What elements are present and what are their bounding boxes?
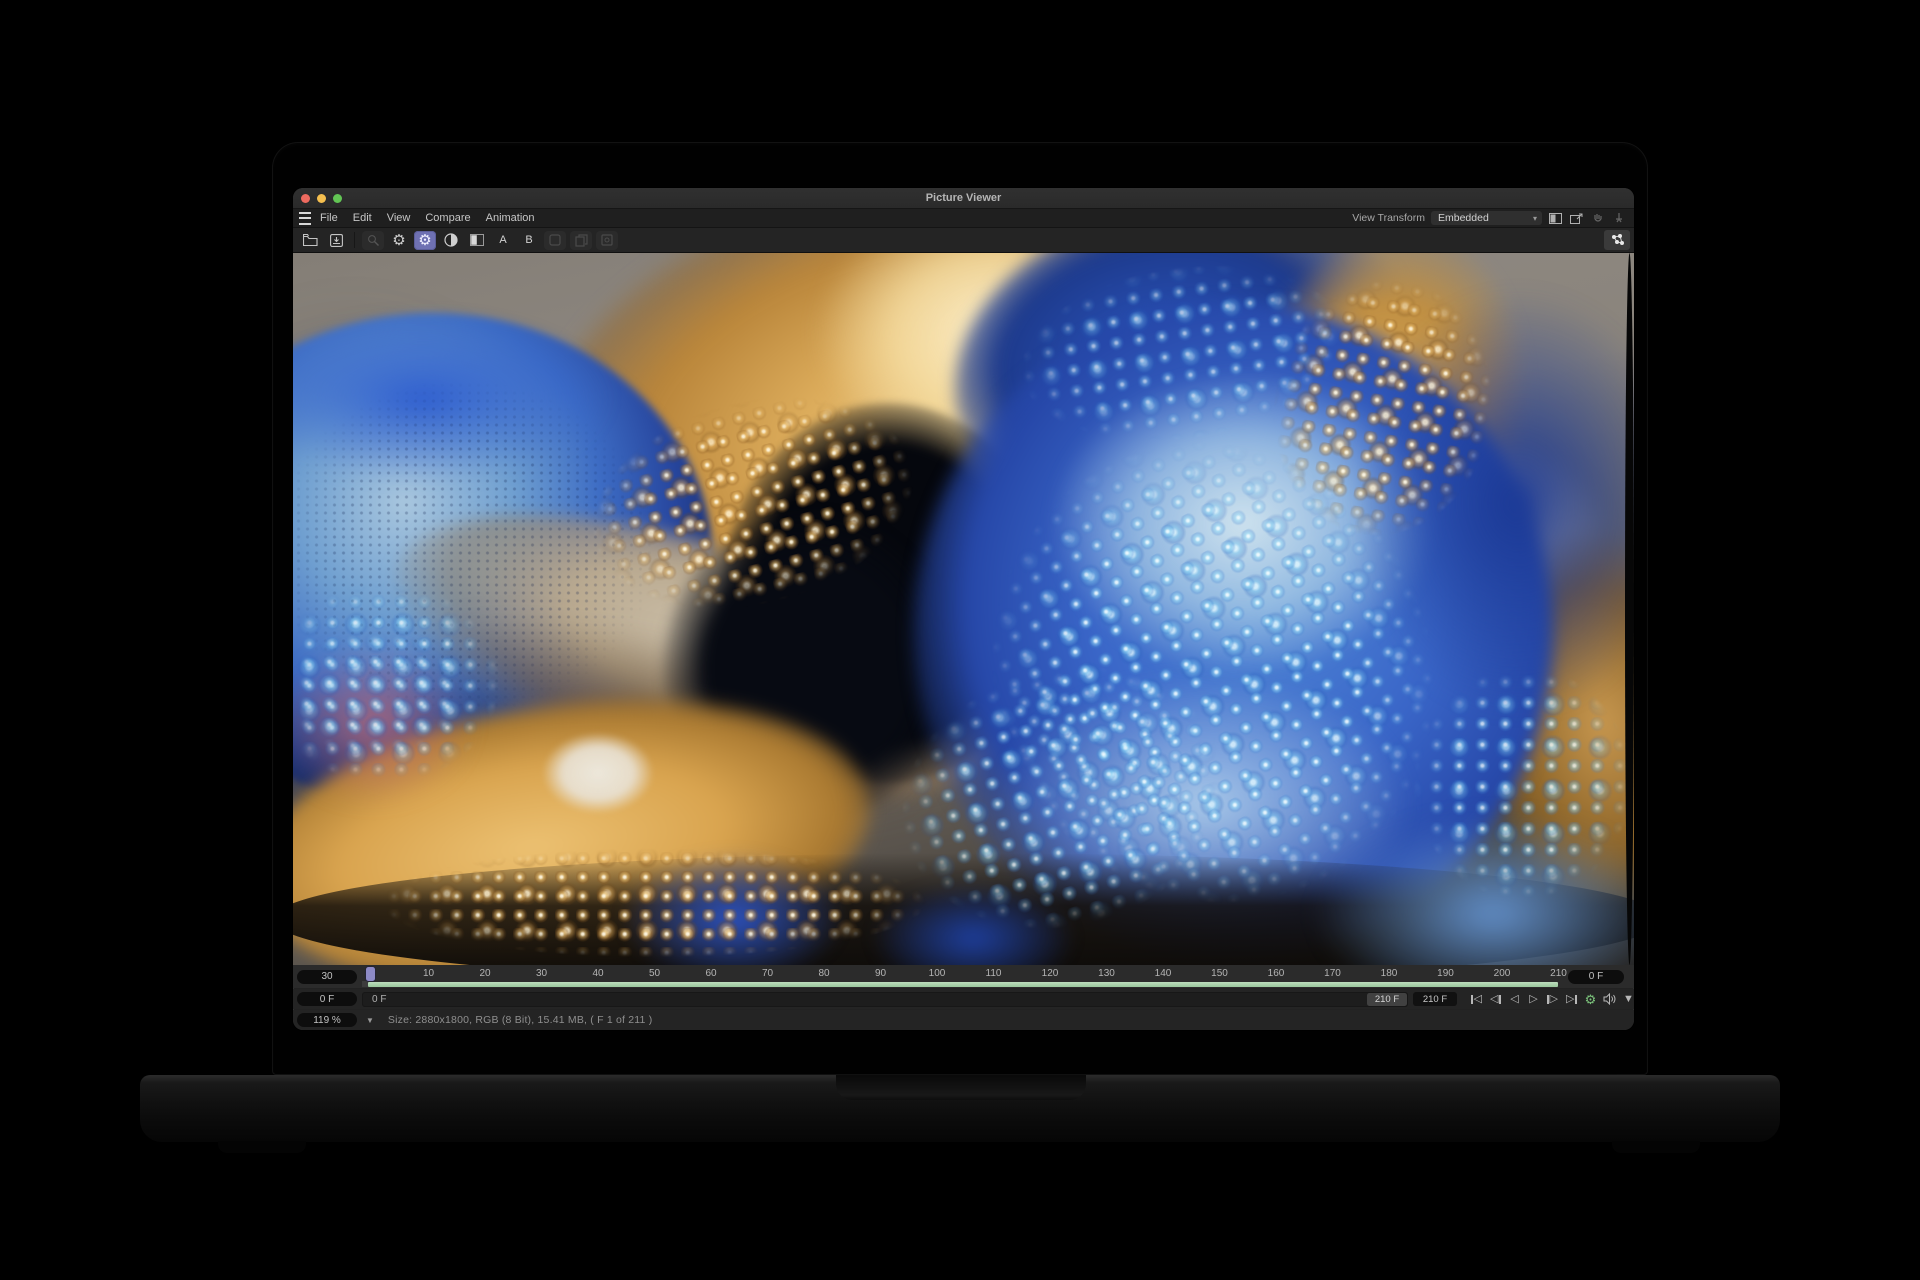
range-start-label: 0 F [372, 994, 386, 1005]
jump-start-button[interactable]: ◁ [1470, 994, 1483, 1005]
tick-label-190: 190 [1437, 968, 1454, 979]
menu-bar: File Edit View Compare Animation View Transf… [293, 209, 1634, 228]
view-transform-value: Embedded [1438, 212, 1489, 224]
version-a-label: A [495, 234, 511, 246]
compare-ab-button[interactable] [466, 231, 488, 250]
menu-item-edit[interactable]: Edit [353, 212, 372, 224]
audio-icon[interactable] [1603, 993, 1616, 1005]
loop-settings-icon[interactable]: ⚙ [1584, 993, 1597, 1006]
playback-more-dropdown[interactable]: ▼ [1622, 994, 1634, 1005]
status-bar: 119 % ▼ Size: 2880x1800, RGB (8 Bit), 15… [293, 1010, 1634, 1030]
menu-item-compare[interactable]: Compare [425, 212, 470, 224]
view-transform-select[interactable]: Embedded ▾ [1431, 211, 1542, 225]
split-view-icon[interactable] [1548, 211, 1563, 226]
tick-label-100: 100 [929, 968, 946, 979]
pin-icon[interactable] [1611, 211, 1626, 226]
tick-label-140: 140 [1155, 968, 1172, 979]
zoom-level-field[interactable]: 119 % [297, 1013, 357, 1027]
open-folder-button[interactable] [299, 231, 321, 250]
tick-label-120: 120 [1042, 968, 1059, 979]
toolbar-right [1604, 230, 1630, 250]
tick-label-150: 150 [1211, 968, 1228, 979]
render-right-edge [1625, 253, 1634, 965]
range-start-field[interactable]: 0 F [297, 992, 357, 1006]
tick-label-130: 130 [1098, 968, 1115, 979]
menu-item-file[interactable]: File [320, 212, 338, 224]
render-canvas[interactable] [293, 253, 1634, 965]
tick-label-40: 40 [592, 968, 603, 979]
timeline-ruler-row: 30 1020304050607080901001101201301401501… [293, 965, 1634, 988]
gear-icon: ⚙ [418, 233, 431, 248]
tick-label-160: 160 [1268, 968, 1285, 979]
title-bar[interactable]: Picture Viewer [293, 188, 1634, 209]
tick-label-180: 180 [1381, 968, 1398, 979]
status-info-text: Size: 2880x1800, RGB (8 Bit), 15.41 MB, … [388, 1014, 652, 1026]
detach-icon[interactable] [1569, 211, 1584, 226]
play-forward-button[interactable]: ▷ [1527, 994, 1540, 1005]
timeline-ruler[interactable]: 10 20 30 40 50 60 70 80 90 100 110 120 130 140 150 160 1… [362, 965, 1562, 988]
laptop-lid-notch [836, 1075, 1086, 1100]
contrast-button[interactable] [440, 231, 462, 250]
range-end-handle[interactable]: 210 F [1367, 993, 1407, 1006]
tick-label-80: 80 [818, 968, 829, 979]
menubar-right: View Transform Embedded ▾ [1352, 211, 1626, 226]
hamburger-menu-icon[interactable] [299, 212, 311, 225]
toolbar: ⚙✕ ⚙ A B [293, 228, 1634, 253]
window-title: Picture Viewer [293, 192, 1634, 204]
menu-item-animation[interactable]: Animation [486, 212, 535, 224]
jump-end-button[interactable]: ▷ [1565, 994, 1578, 1005]
end-frame-field[interactable]: 210 F [1413, 992, 1457, 1006]
cache-bar [368, 982, 1558, 987]
step-forward-button[interactable]: ▷ [1546, 994, 1559, 1005]
pan-hand-icon[interactable] [1590, 211, 1605, 226]
view-transform-label: View Transform [1352, 212, 1425, 224]
tick-label-10: 10 [423, 968, 434, 979]
magnify-compare-button-disabled[interactable] [362, 231, 384, 250]
laptop-base [140, 1075, 1780, 1142]
clone-button-disabled[interactable] [596, 231, 618, 250]
timeline-range-row: 0 F 0 F 210 F 210 F ◁ ◁ ◁ ▷ ▷ ▷ ⚙ ▼ [293, 989, 1634, 1009]
zoom-dropdown-icon[interactable]: ▼ [366, 1016, 374, 1025]
node-graph-button[interactable] [1604, 230, 1630, 250]
range-slider[interactable]: 0 F 210 F [362, 992, 1408, 1007]
menu-item-view[interactable]: View [387, 212, 411, 224]
tick-label-170: 170 [1324, 968, 1341, 979]
link-ab-button-disabled[interactable] [544, 231, 566, 250]
current-frame-box[interactable]: 0 F [1568, 970, 1624, 984]
tick-label-210: 210 [1550, 968, 1567, 979]
laptop-foot-right [1612, 1141, 1700, 1153]
copy-button-disabled[interactable] [570, 231, 592, 250]
render-settings-gear-x-button[interactable]: ⚙✕ [388, 231, 410, 250]
filter-gear-button-active[interactable]: ⚙ [414, 231, 436, 250]
playhead[interactable] [366, 967, 375, 981]
version-a-button[interactable]: A [492, 231, 514, 250]
version-b-button[interactable]: B [518, 231, 540, 250]
tick-label-110: 110 [986, 968, 1002, 979]
tick-label-90: 90 [875, 968, 886, 979]
play-reverse-button[interactable]: ◁ [1508, 994, 1521, 1005]
fps-field[interactable]: 30 [297, 970, 357, 984]
toolbar-separator [354, 232, 355, 248]
playback-controls: ◁ ◁ ◁ ▷ ▷ ▷ ⚙ ▼ [1470, 993, 1634, 1006]
tick-label-50: 50 [649, 968, 660, 979]
laptop-foot-left [218, 1141, 306, 1153]
menu-items: File Edit View Compare Animation [320, 212, 535, 224]
tick-label-70: 70 [762, 968, 773, 979]
save-button[interactable] [325, 231, 347, 250]
tick-label-60: 60 [705, 968, 716, 979]
tick-label-200: 200 [1494, 968, 1511, 979]
picture-viewer-window: Picture Viewer File Edit View Compare Animat… [293, 188, 1634, 1030]
chevron-down-icon: ▾ [1533, 214, 1537, 223]
version-b-label: B [521, 234, 537, 246]
gear-x-icon: ⚙✕ [392, 233, 405, 248]
tick-label-30: 30 [536, 968, 547, 979]
step-back-button[interactable]: ◁ [1489, 994, 1502, 1005]
tick-label-20: 20 [479, 968, 490, 979]
render-bubbles [303, 833, 1003, 965]
